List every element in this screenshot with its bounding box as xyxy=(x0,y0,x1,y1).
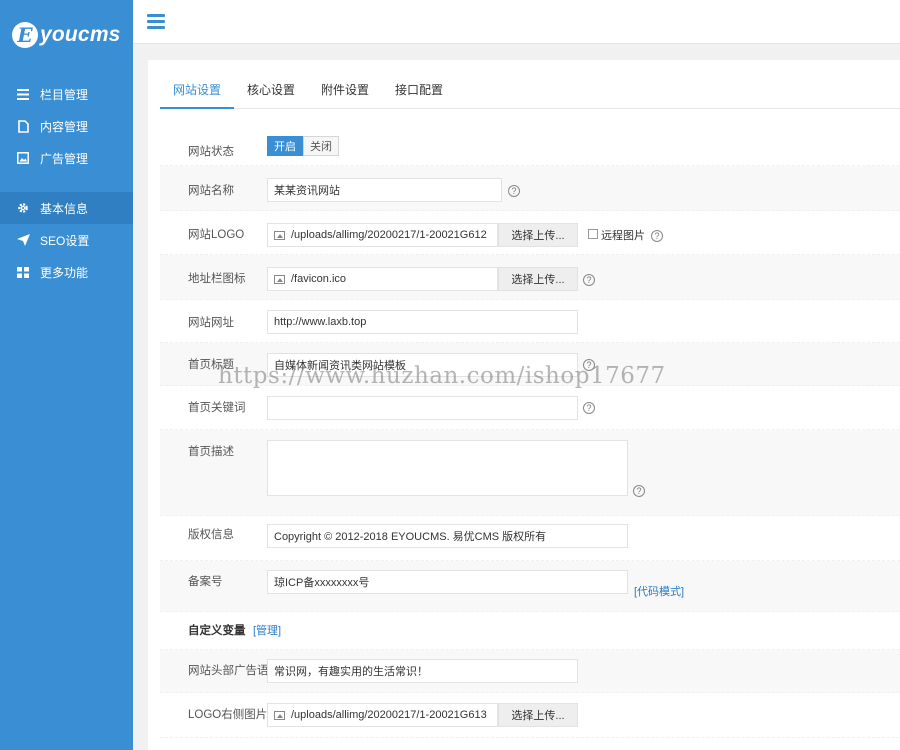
site-name-label: 网站名称 xyxy=(188,185,234,197)
form-row-header-ad: 网站头部广告语 常识网，有趣实用的生活常识！ xyxy=(160,650,900,693)
logo-badge: E xyxy=(12,22,38,48)
remote-image-checkbox[interactable] xyxy=(588,229,598,239)
logo-right-image-label: LOGO右侧图片 xyxy=(188,709,268,721)
sidebar-item-basic-info[interactable]: 基本信息 xyxy=(0,192,133,224)
tab-api-config[interactable]: 接口配置 xyxy=(382,80,456,109)
tab-core-settings[interactable]: 核心设置 xyxy=(234,80,308,109)
form-row-custom-vars: 自定义变量 [管理] xyxy=(160,612,900,650)
help-icon[interactable]: ? xyxy=(583,274,595,286)
sidebar-item-ad-manage[interactable]: 广告管理 xyxy=(0,142,133,174)
site-logo-label: 网站LOGO xyxy=(188,229,245,241)
sidebar-item-more[interactable]: 更多功能 xyxy=(0,256,133,288)
send-icon xyxy=(16,233,30,247)
document-icon xyxy=(16,119,30,133)
sidebar-item-seo[interactable]: SEO设置 xyxy=(0,224,133,256)
sidebar-item-label: 广告管理 xyxy=(40,151,89,166)
status-label: 网站状态 xyxy=(188,146,234,158)
help-icon[interactable]: ? xyxy=(583,402,595,414)
site-url-label: 网站网址 xyxy=(188,317,234,329)
sidebar-nav: 栏目管理 内容管理 广告管理 基本信息 SEO设置 更多功能 xyxy=(0,78,133,288)
header-ad-label: 网站头部广告语 xyxy=(188,665,269,677)
site-logo-input[interactable]: /uploads/allimg/20200217/1-20021G612 xyxy=(267,223,498,247)
tab-attachment-settings[interactable]: 附件设置 xyxy=(308,80,382,109)
grid-icon xyxy=(16,265,30,279)
site-logo-path: /uploads/allimg/20200217/1-20021G612 xyxy=(291,229,487,241)
logo-right-image-upload-button[interactable]: 选择上传... xyxy=(498,703,578,727)
home-keywords-label: 首页关键词 xyxy=(188,402,246,414)
form-row-home-keywords: 首页关键词 ? xyxy=(160,386,900,430)
status-off-button[interactable]: 关闭 xyxy=(303,136,339,156)
tab-site-settings[interactable]: 网站设置 xyxy=(160,80,235,109)
settings-tabs: 网站设置 核心设置 附件设置 接口配置 xyxy=(160,80,900,109)
sidebar-item-content-manage[interactable]: 内容管理 xyxy=(0,110,133,142)
status-toggle: 开启 关闭 xyxy=(267,136,339,156)
favicon-path: /favicon.ico xyxy=(291,273,347,285)
image-file-icon xyxy=(274,230,285,240)
form-row-favicon: 地址栏图标 /favicon.ico 选择上传... ? xyxy=(160,255,900,300)
nav-separator xyxy=(0,174,133,192)
menu-toggle-icon[interactable] xyxy=(147,14,165,29)
favicon-label: 地址栏图标 xyxy=(188,273,246,285)
form-row-site-url: 网站网址 http://www.laxb.top xyxy=(160,300,900,343)
image-icon xyxy=(16,151,30,165)
copyright-label: 版权信息 xyxy=(188,529,234,541)
sidebar-item-label: SEO设置 xyxy=(40,233,90,248)
form-row-site-name: 网站名称 某某资讯网站 ? xyxy=(160,166,900,211)
site-logo-upload-button[interactable]: 选择上传... xyxy=(498,223,578,247)
image-file-icon xyxy=(274,274,285,284)
icp-textarea[interactable]: 琼ICP备xxxxxxxx号 xyxy=(267,570,628,594)
icp-label: 备案号 xyxy=(188,576,223,588)
header-ad-input[interactable]: 常识网，有趣实用的生活常识！ xyxy=(267,659,578,683)
logo-right-image-input[interactable]: /uploads/allimg/20200217/1-20021G613 xyxy=(267,703,498,727)
sidebar-item-label: 内容管理 xyxy=(40,119,89,134)
help-icon[interactable]: ? xyxy=(651,230,663,242)
home-keywords-input[interactable] xyxy=(267,396,578,420)
settings-panel: 网站设置 核心设置 附件设置 接口配置 网站状态 开启 关闭 网站名称 某某资讯… xyxy=(148,60,900,750)
form-row-logo-right-image: LOGO右侧图片 /uploads/allimg/20200217/1-2002… xyxy=(160,693,900,738)
gear-icon xyxy=(16,201,30,215)
sidebar: E youcms 栏目管理 内容管理 广告管理 基本信息 SEO设置 更多功能 xyxy=(0,0,133,750)
form-row-home-description: 首页描述 ? xyxy=(160,430,900,516)
form-row-copyright: 版权信息 Copyright © 2012-2018 EYOUCMS. 易优CM… xyxy=(160,516,900,561)
status-on-button[interactable]: 开启 xyxy=(267,136,303,156)
watermark: https://www.huzhan.com/ishop17677 xyxy=(218,363,666,389)
sidebar-item-label: 栏目管理 xyxy=(40,87,89,102)
form-row-icp: 备案号 琼ICP备xxxxxxxx号 [代码模式] xyxy=(160,561,900,612)
site-name-input[interactable]: 某某资讯网站 xyxy=(267,178,502,202)
home-description-textarea[interactable] xyxy=(267,440,628,496)
sidebar-item-label: 更多功能 xyxy=(40,265,89,280)
sidebar-item-label: 基本信息 xyxy=(40,201,89,216)
form-row-site-logo: 网站LOGO /uploads/allimg/20200217/1-20021G… xyxy=(160,211,900,255)
remote-image-label: 远程图片 xyxy=(601,230,645,242)
logo-text: youcms xyxy=(40,23,121,46)
top-bar xyxy=(133,0,900,44)
favicon-input[interactable]: /favicon.ico xyxy=(267,267,498,291)
custom-vars-manage-link[interactable]: [管理] xyxy=(253,622,281,638)
help-icon[interactable]: ? xyxy=(633,485,645,497)
logo[interactable]: E youcms xyxy=(0,0,133,70)
favicon-upload-button[interactable]: 选择上传... xyxy=(498,267,578,291)
site-url-input[interactable]: http://www.laxb.top xyxy=(267,310,578,334)
sidebar-item-column-manage[interactable]: 栏目管理 xyxy=(0,78,133,110)
code-mode-link[interactable]: [代码模式] xyxy=(634,583,684,599)
settings-form: 网站状态 开启 关闭 网站名称 某某资讯网站 ? 网站LOGO /uploads… xyxy=(160,125,900,738)
copyright-textarea[interactable]: Copyright © 2012-2018 EYOUCMS. 易优CMS 版权所… xyxy=(267,524,628,548)
help-icon[interactable]: ? xyxy=(508,185,520,197)
home-description-label: 首页描述 xyxy=(188,446,234,458)
custom-vars-label: 自定义变量 xyxy=(188,625,246,637)
form-row-status: 网站状态 开启 关闭 xyxy=(160,125,900,166)
image-file-icon xyxy=(274,710,285,720)
logo-right-image-path: /uploads/allimg/20200217/1-20021G613 xyxy=(291,709,487,721)
list-icon xyxy=(16,87,30,101)
